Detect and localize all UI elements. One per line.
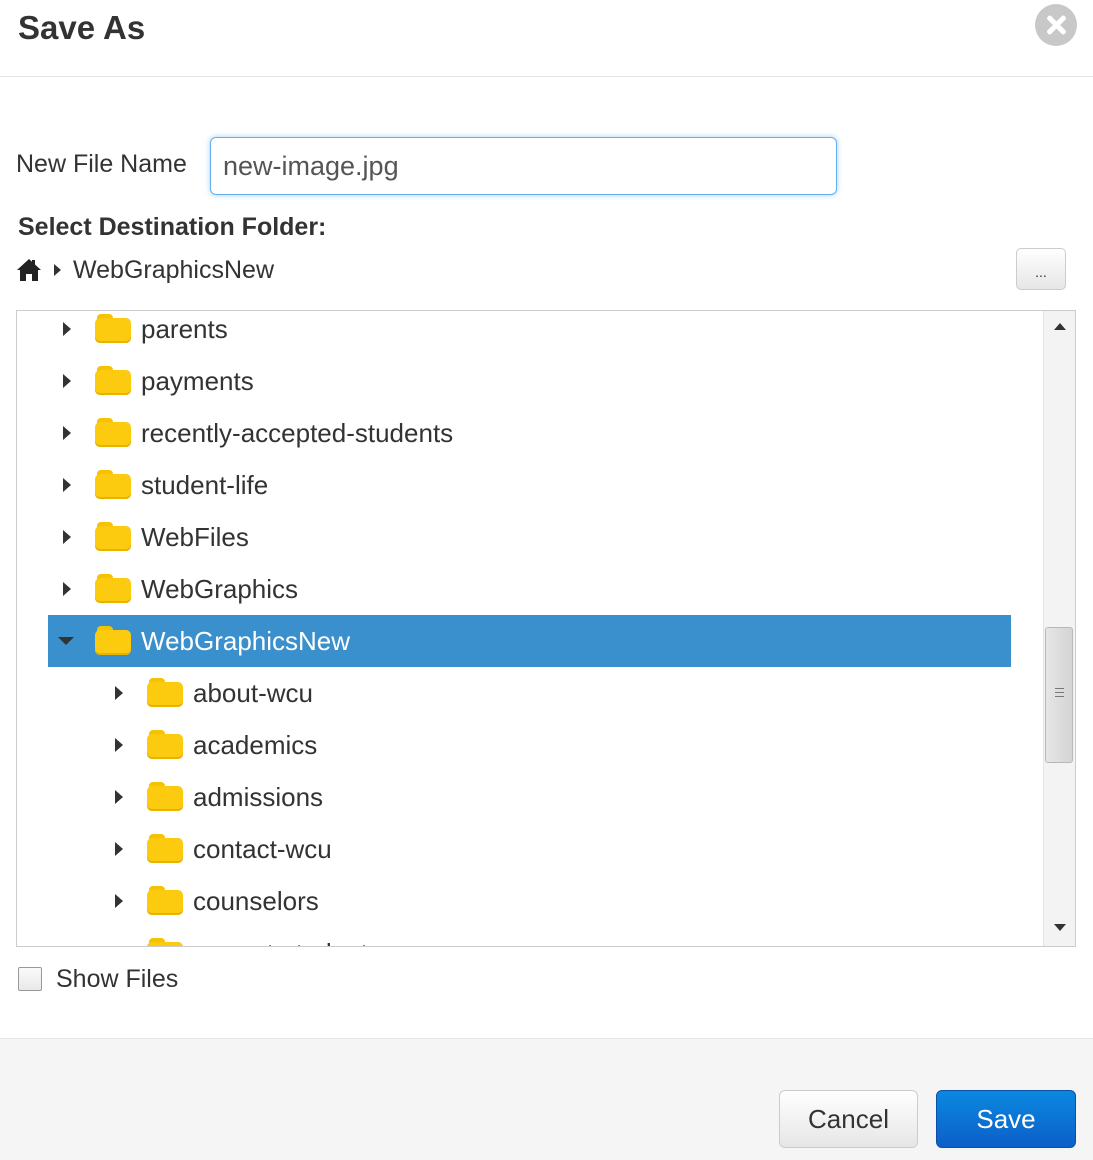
folder-icon xyxy=(95,470,131,500)
tree-item[interactable]: about-wcu xyxy=(17,667,1011,719)
folder-icon xyxy=(95,522,131,552)
filename-label: New File Name xyxy=(16,150,187,178)
tree-item[interactable]: payments xyxy=(17,355,1011,407)
caret-right-icon[interactable] xyxy=(61,579,75,599)
show-files-checkbox[interactable] xyxy=(18,967,42,991)
breadcrumb: WebGraphicsNew xyxy=(16,252,274,288)
home-icon[interactable] xyxy=(16,258,42,282)
caret-right-icon[interactable] xyxy=(113,683,127,703)
folder-icon xyxy=(147,938,183,946)
caret-right-icon[interactable] xyxy=(61,527,75,547)
breadcrumb-separator-icon xyxy=(54,264,61,276)
caret-right-icon[interactable] xyxy=(61,423,75,443)
tree-item-selected[interactable]: WebGraphicsNew xyxy=(48,615,1011,667)
tree-item[interactable]: WebFiles xyxy=(17,511,1011,563)
caret-right-icon[interactable] xyxy=(113,735,127,755)
folder-icon xyxy=(147,782,183,812)
tree-item-label: counselors xyxy=(193,886,319,916)
dialog-header: Save As xyxy=(0,0,1093,77)
tree-item-label: current-students xyxy=(193,937,381,946)
caret-right-icon[interactable] xyxy=(61,475,75,495)
folder-tree: parents payments recently-accepted-student… xyxy=(16,310,1076,947)
folder-icon xyxy=(147,730,183,760)
save-button[interactable]: Save xyxy=(936,1090,1076,1148)
filename-input[interactable] xyxy=(210,137,837,195)
tree-item[interactable]: recently-accepted-students xyxy=(17,407,1011,459)
browse-more-button[interactable]: ... xyxy=(1016,248,1066,290)
tree-item-label: recently-accepted-students xyxy=(141,418,454,448)
dialog-footer: Cancel Save xyxy=(0,1038,1093,1160)
folder-icon xyxy=(147,834,183,864)
folder-icon xyxy=(95,418,131,448)
tree-item[interactable]: counselors xyxy=(17,875,1011,927)
destination-folder-label: Select Destination Folder: xyxy=(18,213,327,241)
folder-icon xyxy=(95,366,131,396)
caret-right-icon[interactable] xyxy=(113,787,127,807)
tree-item-label: academics xyxy=(193,730,318,760)
tree-item-label: payments xyxy=(141,366,254,396)
tree-item[interactable]: academics xyxy=(17,719,1011,771)
folder-icon xyxy=(95,574,131,604)
folder-icon xyxy=(95,314,131,344)
tree-item-label: WebGraphics xyxy=(141,574,299,604)
tree-item-label: student-life xyxy=(141,470,269,500)
folder-icon xyxy=(147,886,183,916)
folder-icon xyxy=(95,626,131,656)
breadcrumb-current[interactable]: WebGraphicsNew xyxy=(73,253,274,287)
caret-down-icon[interactable] xyxy=(58,631,75,651)
tree-scrollbar[interactable] xyxy=(1043,311,1075,946)
caret-right-icon[interactable] xyxy=(61,319,75,339)
scroll-grip-icon xyxy=(1055,688,1064,700)
tree-item[interactable]: parents xyxy=(17,311,1011,355)
cancel-button[interactable]: Cancel xyxy=(779,1090,918,1148)
tree-item-label: WebFiles xyxy=(141,522,249,552)
caret-right-icon[interactable] xyxy=(113,891,127,911)
caret-right-icon[interactable] xyxy=(61,371,75,391)
caret-right-icon[interactable] xyxy=(113,943,127,946)
folder-icon xyxy=(147,678,183,708)
close-icon[interactable] xyxy=(1035,4,1077,46)
tree-item-label: about-wcu xyxy=(193,678,313,708)
tree-item-label: admissions xyxy=(193,782,324,812)
tree-item[interactable]: student-life xyxy=(17,459,1011,511)
tree-item-label: parents xyxy=(141,314,228,344)
tree-item[interactable]: current-students xyxy=(17,927,1011,946)
tree-item[interactable]: admissions xyxy=(17,771,1011,823)
show-files-label: Show Files xyxy=(56,965,179,993)
scroll-up-arrow-icon[interactable] xyxy=(1054,323,1066,330)
dialog-title: Save As xyxy=(18,9,146,46)
caret-right-icon[interactable] xyxy=(113,839,127,859)
tree-item-label: WebGraphicsNew xyxy=(141,626,351,656)
tree-item-label: contact-wcu xyxy=(193,834,332,864)
scroll-down-arrow-icon[interactable] xyxy=(1054,924,1066,931)
tree-item[interactable]: contact-wcu xyxy=(17,823,1011,875)
scroll-thumb[interactable] xyxy=(1045,627,1073,763)
show-files-option[interactable]: Show Files xyxy=(18,963,178,995)
tree-item[interactable]: WebGraphics xyxy=(17,563,1011,615)
